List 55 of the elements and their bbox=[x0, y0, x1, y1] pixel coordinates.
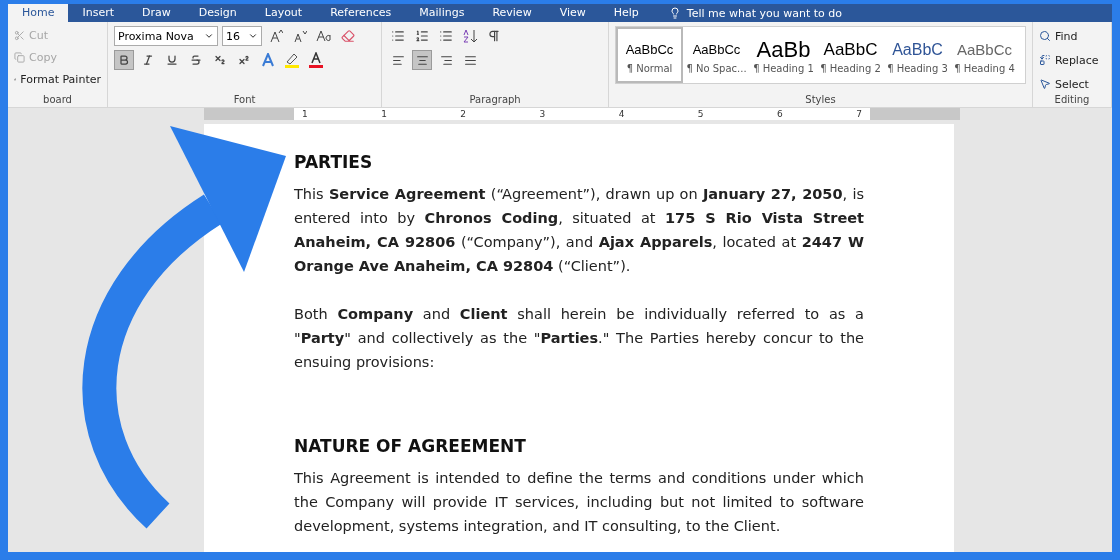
ribbon-tab[interactable]: References bbox=[316, 4, 406, 22]
underline-icon bbox=[166, 54, 178, 66]
align-button[interactable] bbox=[412, 50, 433, 70]
ribbon-tab[interactable]: View bbox=[545, 4, 600, 22]
ribbon-tab[interactable]: Mailings bbox=[405, 4, 479, 22]
font-color-icon[interactable] bbox=[306, 50, 326, 70]
editing-button[interactable]: Select bbox=[1038, 74, 1105, 94]
style-item[interactable]: AaBbCc ¶ Normal bbox=[616, 27, 683, 83]
style-item[interactable]: AaBbCc ¶ No Spac... bbox=[683, 27, 750, 83]
ribbon-tab[interactable]: Insert bbox=[68, 4, 129, 22]
section-heading: PARTIES bbox=[294, 152, 374, 172]
ribbon-tab[interactable]: Review bbox=[478, 4, 546, 22]
caret-icon bbox=[204, 31, 214, 41]
editing-button[interactable]: Replace bbox=[1038, 50, 1105, 70]
align-justify-icon bbox=[463, 53, 477, 67]
group-label: Font bbox=[232, 94, 257, 105]
style-item[interactable]: AaBbC ¶ Heading 2 bbox=[817, 27, 884, 83]
subscript-icon bbox=[214, 54, 226, 66]
body-paragraph: This Service Agreement (“Agreement”), drawn up on January 27, 2050, is entered into by Chronos Coding, situated at 175 S Rio Vista Street Anaheim, CA 92806 (“Company”), and Ajax Apparels, located at 2447 W Orange Ave Anaheim, CA 92804 (“Client”). bbox=[294, 185, 864, 276]
ribbon-tab[interactable]: Design bbox=[184, 4, 251, 22]
superscript-icon bbox=[238, 54, 250, 66]
lightbulb-icon bbox=[668, 7, 681, 19]
align-left-icon bbox=[391, 53, 405, 67]
italic-icon bbox=[142, 54, 154, 66]
style-item[interactable]: AaBb ¶ Heading 1 bbox=[750, 27, 817, 83]
body-paragraph: This Agreement is intended to define the terms and conditions under which the Company will provide IT services, including but not limited to software development, systems integration, and IT consulting, to the Client. bbox=[294, 469, 864, 536]
section-heading: NATURE OF AGREEMENT bbox=[294, 436, 527, 456]
editing-button[interactable]: Find bbox=[1038, 26, 1105, 46]
copy-icon bbox=[14, 51, 25, 63]
caret-icon bbox=[248, 31, 258, 41]
font-size-field[interactable]: 16 bbox=[222, 26, 262, 46]
ribbon-tab[interactable]: Draw bbox=[128, 4, 185, 22]
bold-button[interactable] bbox=[114, 50, 134, 70]
group-label: board bbox=[42, 94, 73, 105]
ribbon-tab[interactable]: Layout bbox=[250, 4, 317, 22]
align-right-icon bbox=[439, 53, 453, 67]
replace-icon bbox=[1038, 54, 1051, 66]
body-paragraph: Both Company and Client shall herein be individually referred to as a "Party" and collectively as the "Parties." The Parties hereby concur to the ensuing provisions: bbox=[294, 305, 864, 372]
strike-icon bbox=[190, 54, 202, 66]
ruler: 1 1 2 3 4 5 6 7 bbox=[204, 108, 960, 120]
font-name-field[interactable]: Proxima Nova bbox=[114, 26, 218, 46]
search-icon bbox=[1038, 30, 1051, 42]
bold-icon bbox=[118, 54, 130, 66]
pointer-icon bbox=[1038, 78, 1051, 90]
scissors-icon bbox=[14, 29, 25, 41]
style-item[interactable]: AaBbCc ¶ Heading 4 bbox=[951, 27, 1018, 83]
group-label: Paragraph bbox=[468, 94, 522, 105]
style-item[interactable]: AaBbC ¶ Heading 3 bbox=[884, 27, 951, 83]
ribbon-tab[interactable]: Home bbox=[8, 4, 69, 22]
clipboard-button[interactable]: Format Painter bbox=[14, 70, 101, 88]
align-center-icon bbox=[415, 53, 429, 67]
group-label: Editing bbox=[1053, 94, 1091, 105]
group-label: Styles bbox=[804, 94, 837, 105]
ribbon-tab[interactable]: Help bbox=[599, 4, 653, 22]
tell-me-field[interactable]: Tell me what you want to do bbox=[686, 6, 843, 20]
